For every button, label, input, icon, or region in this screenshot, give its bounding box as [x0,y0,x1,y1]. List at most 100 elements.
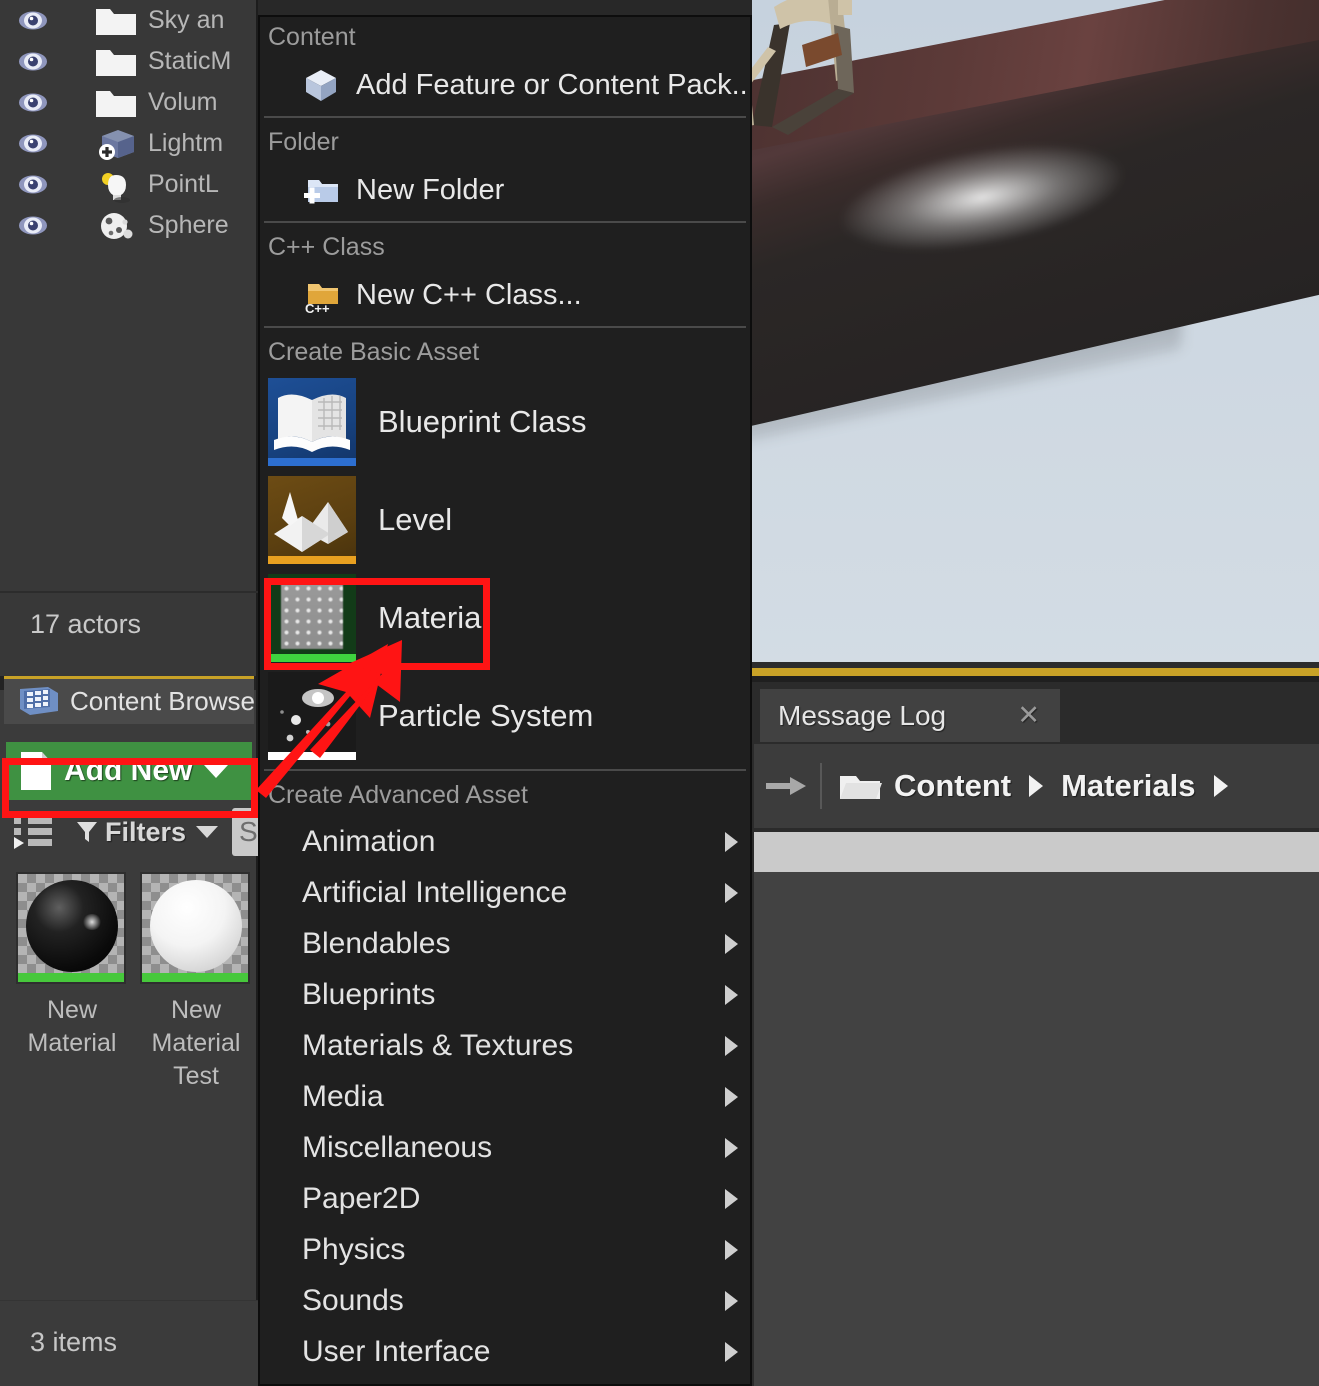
visibility-eye-icon[interactable] [18,52,48,71]
menu-item-material[interactable]: Material [260,569,750,667]
content-browser-toolbar: Filters [0,804,258,860]
outliner-row[interactable]: PointL [0,164,256,205]
menu-item-blueprint-class[interactable]: Blueprint Class [260,373,750,471]
menu-separator [264,769,746,771]
asset-thumbnail[interactable] [16,872,126,984]
world-outliner-list[interactable]: Sky an StaticM Volum Lightm PointL Sphere [0,0,256,246]
menu-section-heading: Create Basic Asset [268,338,480,366]
eye-icon [19,93,47,112]
add-new-label: Add New [64,754,193,787]
menu-separator [264,326,746,328]
lightmass-importance-volume-icon [99,129,134,160]
menu-item-user-interface[interactable]: User Interface [260,1326,750,1377]
menu-item-miscellaneous[interactable]: Miscellaneous [260,1122,750,1173]
tab-message-log-label: Message Log [778,699,947,731]
material-grid-glyph [281,583,343,649]
menu-item-new-folder[interactable]: New Folder [260,163,750,217]
asset-view-header [754,832,1319,872]
visibility-eye-icon[interactable] [18,134,48,153]
asset-type-bar [268,654,356,662]
add-new-context-menu[interactable]: Content Add Feature or Content Pack... Fol… [258,15,752,1386]
sphere-reflection-capture-icon [101,212,133,239]
outliner-row[interactable]: Sky an [0,0,256,41]
tab-content-browser-label: Content Browse [70,686,254,716]
submenu-arrow-icon [725,1137,738,1158]
asset-type-bar [268,556,356,564]
submenu-arrow-icon [725,1239,738,1260]
asset-tile[interactable]: New Material Test [140,872,252,1093]
content-pack-icon [306,70,336,101]
folder-open-icon [840,776,882,799]
tab-message-log[interactable]: Message Log ✕ [760,689,1060,742]
menu-item-media[interactable]: Media [260,1071,750,1122]
world-outliner-panel: Sky an StaticM Volum Lightm PointL Sphere 17 … [0,0,258,676]
folder-icon [94,3,138,39]
menu-item-label: User Interface [302,1334,491,1368]
menu-item-artificial-intelligence[interactable]: Artificial Intelligence [260,867,750,918]
level-viewport[interactable]: ? [752,0,1319,676]
menu-item-sounds[interactable]: Sounds [260,1275,750,1326]
outliner-row[interactable]: Volum [0,82,256,123]
filters-button[interactable]: Filters [76,817,219,848]
outliner-row-label: PointL [148,170,219,198]
menu-separator [264,221,746,223]
visibility-eye-icon[interactable] [18,216,48,235]
outliner-row[interactable]: StaticM [0,41,256,82]
unreal-editor-window: ? Sky an StaticM Volum Lightm PointL Sphere 1… [0,0,1319,1386]
menu-item-new-c-class[interactable]: C++ New C++ Class... [260,268,750,322]
right-dock-panel: Message Log ✕ Content Materials [752,676,1319,1386]
breadcrumb-separator [820,763,822,809]
menu-item-blendables[interactable]: Blendables [260,918,750,969]
asset-name-label: New Material [27,996,117,1057]
visibility-eye-icon[interactable] [18,175,48,194]
view-options-icon[interactable] [12,815,54,849]
particle-system-icon [268,672,356,760]
asset-view-body[interactable] [754,872,1319,1386]
menu-separator [264,116,746,118]
breadcrumb-item-materials[interactable]: Materials [1061,768,1195,804]
content-browser-icon [20,686,58,715]
menu-item-level[interactable]: Level [260,471,750,569]
asset-tile[interactable]: New Material [16,872,128,1093]
menu-item-blueprints[interactable]: Blueprints [260,969,750,1020]
particle-glyph [268,672,356,760]
blueprint-book-glyph [274,394,350,452]
item-count-label: 3 items [30,1327,118,1357]
menu-item-particle-system[interactable]: Particle System [260,667,750,765]
submenu-arrow-icon [725,933,738,954]
outliner-row[interactable]: Sphere [0,205,256,246]
menu-item-animation[interactable]: Animation [260,816,750,867]
asset-thumbnail[interactable] [140,872,250,984]
new-folder-icon [304,180,338,204]
asset-type-bar [18,973,124,982]
add-new-button[interactable]: Add New [6,742,252,800]
funnel-icon [77,822,97,842]
forward-arrow-icon[interactable] [762,769,810,803]
menu-item-physics[interactable]: Physics [260,1224,750,1275]
asset-grid[interactable]: New Material New Material Test [0,872,258,1093]
submenu-arrow-icon [725,882,738,903]
chevron-right-icon[interactable] [1029,775,1044,797]
point-light-icon [102,172,130,203]
submenu-arrow-icon [725,1290,738,1311]
breadcrumb[interactable]: Content Materials [754,744,1319,828]
breadcrumb-item-content[interactable]: Content [894,768,1011,804]
menu-item-label: Physics [302,1232,406,1266]
menu-item-label: Sounds [302,1283,404,1317]
submenu-arrow-icon [725,831,738,852]
visibility-eye-icon[interactable] [18,11,48,30]
tab-content-browser[interactable]: Content Browse [4,676,254,724]
actor-count-label: 17 actors [30,609,142,639]
outliner-row-label: Sky an [148,6,225,34]
menu-item-label: Add Feature or Content Pack... [356,68,752,101]
folder-icon [94,44,138,80]
outliner-row[interactable]: Lightm [0,123,256,164]
chevron-right-icon[interactable] [1213,775,1228,797]
visibility-eye-icon[interactable] [18,93,48,112]
menu-item-add-feature-or-content-pack[interactable]: Add Feature or Content Pack... [260,58,750,112]
eye-icon [19,52,47,71]
menu-item-materials-textures[interactable]: Materials & Textures [260,1020,750,1071]
menu-item-paper2d[interactable]: Paper2D [260,1173,750,1224]
close-icon[interactable]: ✕ [1017,700,1040,731]
dock-divider [752,676,1319,682]
